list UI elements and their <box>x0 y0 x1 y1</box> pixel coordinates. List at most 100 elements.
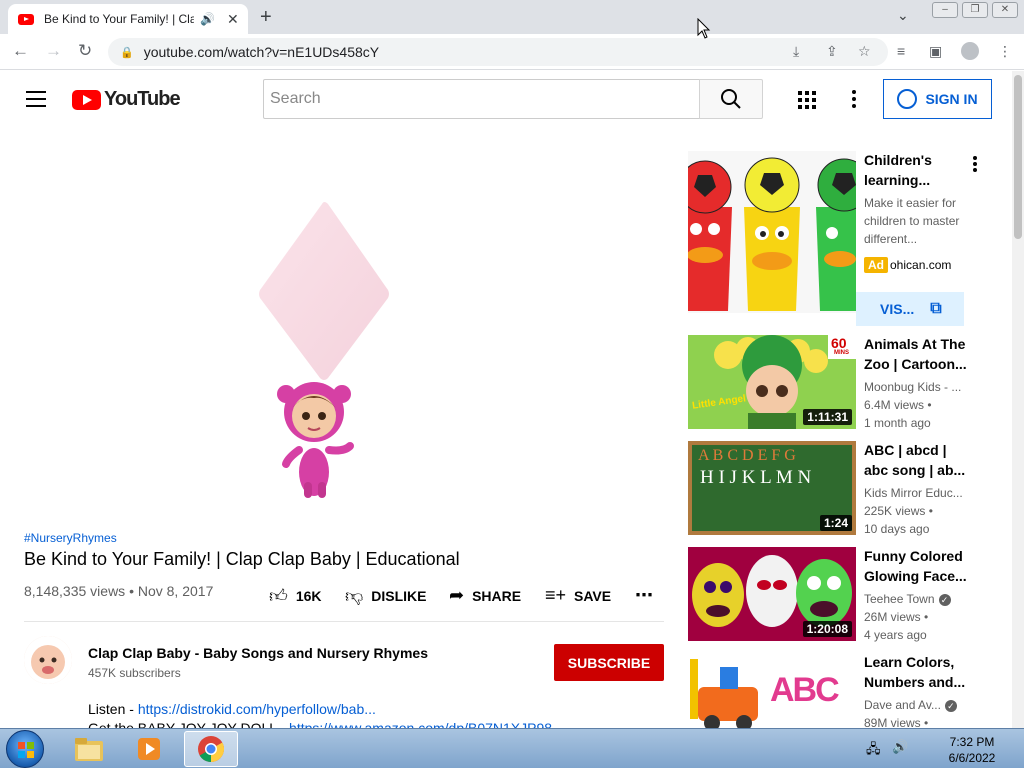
like-count: 16K <box>295 588 322 604</box>
related-channel[interactable]: Kids Mirror Educ... <box>864 484 974 502</box>
video-duration: 1:11:31 <box>803 409 852 425</box>
chrome-taskbar-icon[interactable] <box>184 731 238 767</box>
new-tab-button[interactable]: + <box>260 6 272 29</box>
video-duration: 1:20:08 <box>802 621 852 637</box>
visit-label: VIS... <box>880 301 915 317</box>
network-tray-icon[interactable]: 🖧 <box>866 740 881 762</box>
related-thumbnail[interactable]: 60 MINS Little Angel 1:11:31 <box>688 335 856 429</box>
browser-tab-strip: Be Kind to Your Family! | Clap 🔊 ✕ + ⌄ –… <box>0 0 1024 34</box>
ad-more-options-icon[interactable] <box>973 156 977 174</box>
related-channel[interactable]: Dave and Av... ✓ <box>864 696 974 714</box>
related-title[interactable]: ABC | abcd | abc song | ab... <box>864 440 974 480</box>
related-thumbnail[interactable]: ABC <box>688 653 856 728</box>
window-controls: – ❐ ✕ <box>932 2 1018 18</box>
subscribe-button[interactable]: SUBSCRIBE <box>554 644 664 681</box>
related-title[interactable]: Funny Colored Glowing Face... <box>864 546 974 586</box>
profile-avatar-icon[interactable] <box>961 42 979 60</box>
address-bar[interactable]: 🔒 youtube.com/watch?v=nE1UDs458cY <box>108 38 888 66</box>
youtube-wordmark: YouTube <box>104 88 181 110</box>
close-tab-icon[interactable]: ✕ <box>227 11 239 28</box>
thumbs-up-icon: 👍︎ <box>269 586 288 606</box>
youtube-logo[interactable]: YouTube <box>72 88 181 111</box>
account-circle-icon <box>897 89 918 109</box>
menu-hamburger-icon[interactable] <box>26 91 46 107</box>
forward-arrow-icon[interactable]: → <box>45 41 62 61</box>
clock-time: 7:32 PM <box>949 735 995 749</box>
page-scrollbar[interactable] <box>1012 71 1024 728</box>
save-button[interactable]: ≡+ SAVE <box>545 585 611 606</box>
related-views: 6.4M views • <box>864 398 932 412</box>
video-hashtag-link[interactable]: #NurseryRhymes <box>24 531 117 545</box>
search-button[interactable] <box>699 79 763 119</box>
description-link[interactable]: https://www.amazon.com/dp/B07N1XJP98... <box>289 720 564 728</box>
youtube-header: YouTube Search SIGN IN <box>0 71 1012 127</box>
ad-title[interactable]: Children's learning... <box>864 150 974 190</box>
browser-tab[interactable]: Be Kind to Your Family! | Clap 🔊 ✕ <box>8 4 248 34</box>
related-age: 4 years ago <box>864 628 927 642</box>
channel-label: Dave and Av... <box>864 698 941 712</box>
video-player[interactable] <box>24 152 664 512</box>
ad-cups-balls-image <box>688 151 856 313</box>
playlist-add-icon: ≡+ <box>545 585 567 605</box>
ad-description: Make it easier for children to master di… <box>864 196 960 246</box>
file-explorer-taskbar-icon[interactable] <box>62 731 116 767</box>
open-external-icon: ⧉ <box>930 300 942 317</box>
channel-name-link[interactable]: Clap Clap Baby - Baby Songs and Nursery … <box>88 645 428 661</box>
share-button[interactable]: ➦ SHARE <box>449 585 521 606</box>
related-views: 26M views • <box>864 610 929 624</box>
chrome-logo-icon <box>198 736 225 763</box>
related-channel[interactable]: Teehee Town ✓ <box>864 590 974 608</box>
subscriber-count: 457K subscribers <box>88 666 181 680</box>
channel-label: Teehee Town <box>864 592 935 606</box>
search-input[interactable]: Search <box>263 79 700 119</box>
close-window-icon[interactable]: ✕ <box>992 2 1018 18</box>
chrome-menu-icon[interactable]: ⋮ <box>998 43 1012 60</box>
media-controls-icon[interactable]: ≡ <box>897 43 905 59</box>
visit-site-button[interactable]: VIS... ⧉ <box>856 292 964 326</box>
lock-icon[interactable]: 🔒 <box>120 46 134 59</box>
side-panel-icon[interactable]: ▣ <box>929 43 942 60</box>
related-title[interactable]: Animals At The Zoo | Cartoon... <box>864 334 974 374</box>
description-link[interactable]: https://distrokid.com/hyperfollow/bab... <box>138 701 376 717</box>
ad-thumbnail[interactable] <box>688 151 856 313</box>
system-clock[interactable]: 7:32 PM 6/6/2022 <box>940 734 1004 766</box>
related-thumbnail[interactable]: 1:20:08 <box>688 547 856 641</box>
thumbs-down-icon: 👎︎ <box>345 586 364 606</box>
channel-avatar[interactable] <box>24 636 72 684</box>
video-views-date: 8,148,335 views • Nov 8, 2017 <box>24 583 214 599</box>
related-age: 1 month ago <box>864 416 931 430</box>
install-app-icon[interactable]: ⤓ <box>793 43 799 60</box>
media-player-icon <box>138 738 160 760</box>
sign-in-button[interactable]: SIGN IN <box>883 79 992 119</box>
mouse-cursor-icon <box>697 18 711 39</box>
scrollbar-thumb[interactable] <box>1014 75 1022 239</box>
speaker-icon[interactable]: 🔊 <box>200 12 215 26</box>
start-orb-icon[interactable] <box>6 730 44 768</box>
related-title[interactable]: Learn Colors, Numbers and... <box>864 652 974 692</box>
settings-more-icon[interactable] <box>852 90 856 111</box>
dislike-button[interactable]: 👎︎ DISLIKE <box>345 585 427 607</box>
chalkboard-top-letters: A B C D E F G <box>698 447 796 464</box>
volume-tray-icon[interactable]: 🔊 <box>892 739 908 755</box>
description-line-1: Listen - https://distrokid.com/hyperfoll… <box>88 701 376 717</box>
like-button[interactable]: 👍︎ 16K <box>269 585 322 607</box>
dislike-label: DISLIKE <box>371 588 427 604</box>
related-views: 89M views • <box>864 716 929 728</box>
related-thumbnail[interactable]: A B C D E F G H I J K L M N 1:24 <box>688 441 856 535</box>
related-views: 225K views • <box>864 504 933 518</box>
related-age: 10 days ago <box>864 522 930 536</box>
tab-search-chevron-icon[interactable]: ⌄ <box>897 7 909 24</box>
more-actions-icon[interactable]: ⋯ <box>635 585 653 606</box>
reload-icon[interactable]: ↻ <box>78 41 92 61</box>
apps-grid-icon[interactable] <box>798 91 816 109</box>
restore-icon[interactable]: ❐ <box>962 2 988 18</box>
share-page-icon[interactable]: ⇪ <box>826 43 838 60</box>
related-channel[interactable]: Moonbug Kids - ... <box>864 378 974 396</box>
bookmark-star-icon[interactable]: ☆ <box>858 43 871 60</box>
minimize-icon[interactable]: – <box>932 2 958 18</box>
mins-badge-text: MINS <box>834 350 849 356</box>
abc-letters-art: ABC <box>770 671 840 709</box>
back-arrow-icon[interactable]: ← <box>12 41 29 61</box>
media-player-taskbar-icon[interactable] <box>122 731 176 767</box>
clock-date: 6/6/2022 <box>948 751 996 765</box>
